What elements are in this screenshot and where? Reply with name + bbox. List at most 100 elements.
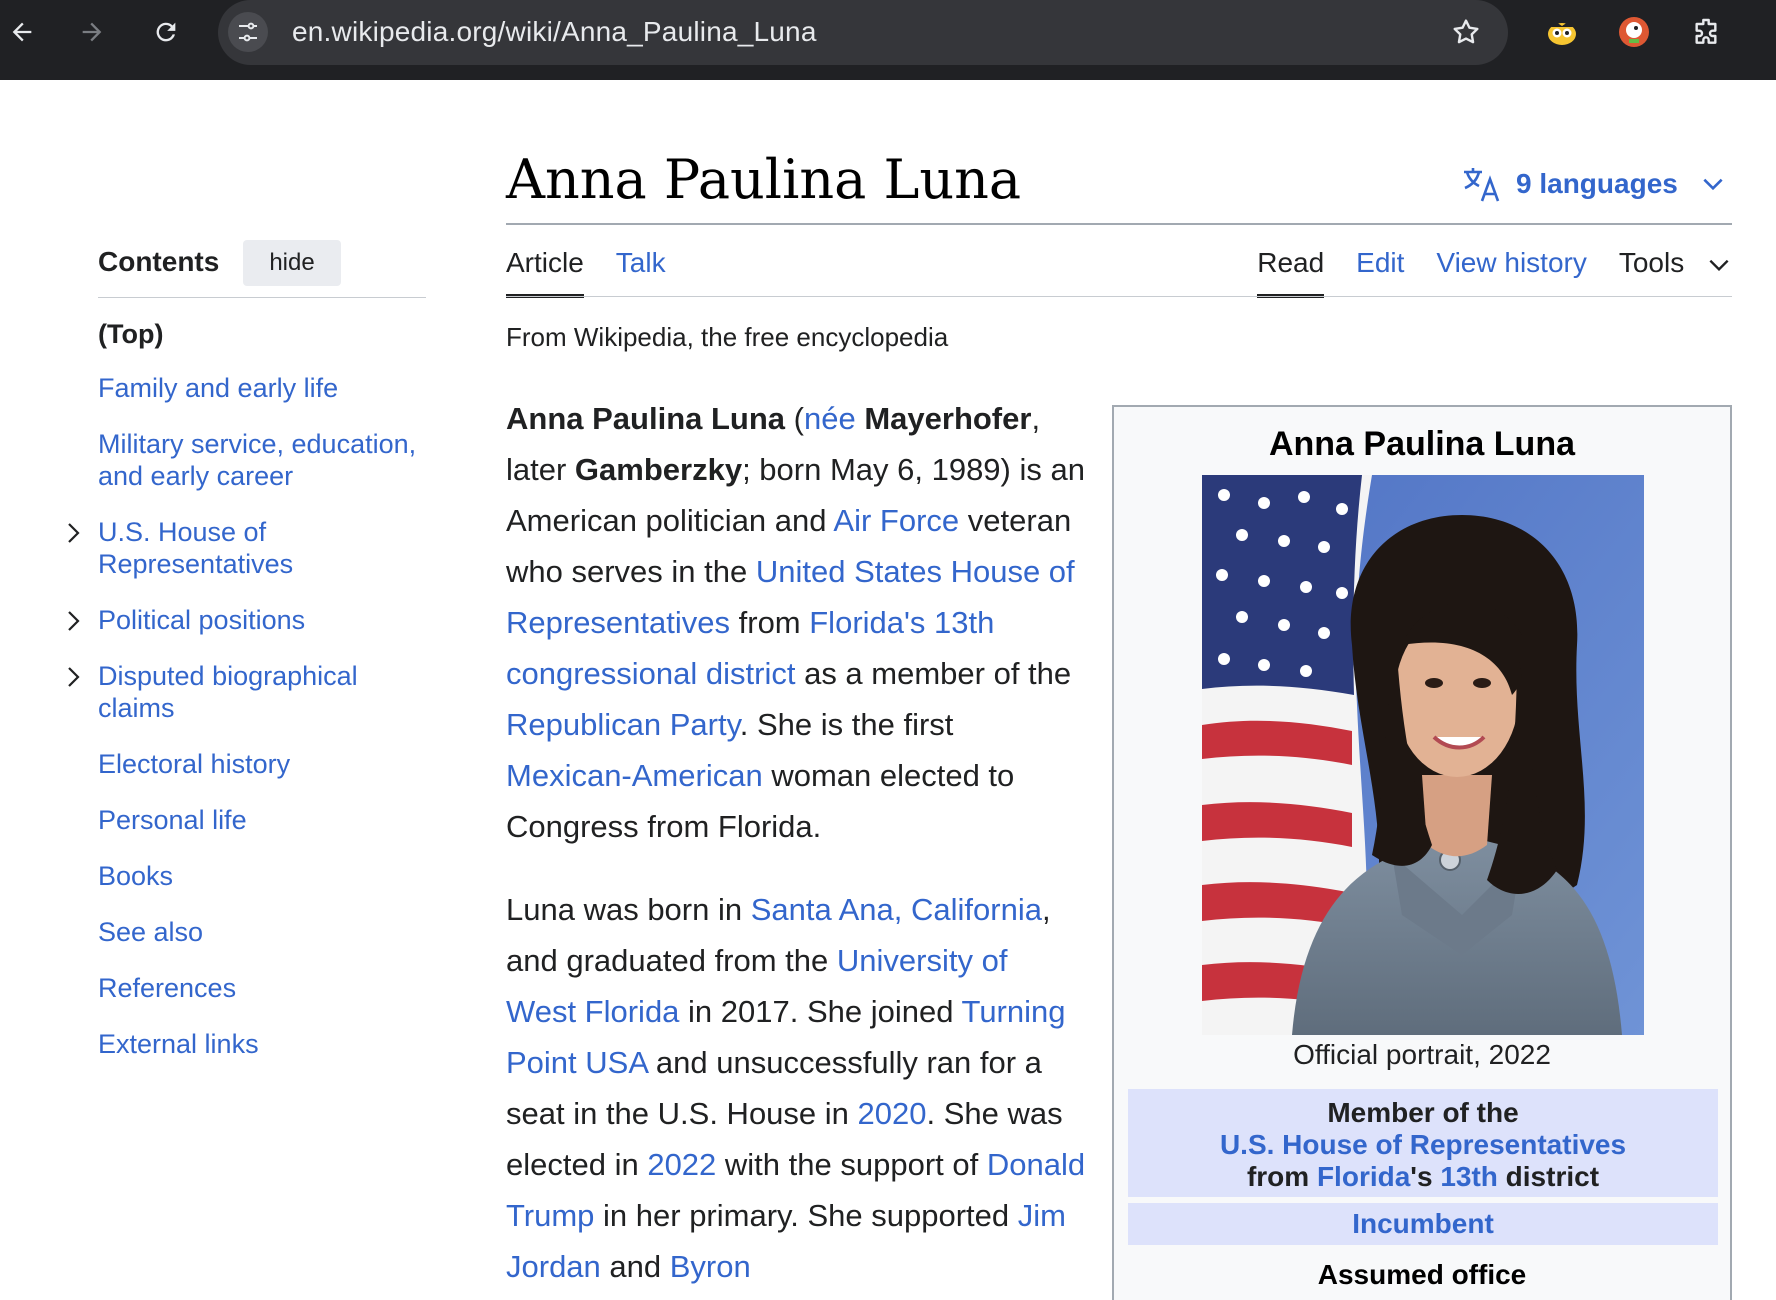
browser-toolbar: en.wikipedia.org/wiki/Anna_Paulina_Luna	[0, 0, 1776, 80]
office-apos-text: 's	[1410, 1161, 1441, 1192]
office-district-line: from Florida's 13th district	[1128, 1161, 1718, 1193]
article-text: and	[600, 1249, 670, 1284]
florida-link[interactable]: Florida	[1317, 1161, 1410, 1192]
toc-item-house[interactable]: U.S. House of Representatives	[68, 516, 418, 580]
toc-item-external-links[interactable]: External links	[98, 1028, 418, 1060]
infobox: Anna Paulina Luna Official portrait, 202…	[1112, 405, 1732, 1300]
site-settings-icon	[239, 22, 257, 42]
chevron-down-icon	[1709, 259, 1729, 271]
toc-link[interactable]: Family and early life	[98, 373, 338, 403]
forward-icon	[82, 22, 102, 42]
toc-link[interactable]: See also	[98, 917, 203, 947]
assumed-office-label: Assumed office	[1317, 1259, 1527, 1290]
forward-button[interactable]	[74, 14, 110, 50]
bookmark-star-icon[interactable]	[1450, 16, 1482, 53]
office-header: Member of the U.S. House of Representati…	[1128, 1089, 1718, 1197]
portrait-image[interactable]	[1202, 475, 1644, 1035]
article-text: (	[785, 401, 804, 436]
office-tail-text: district	[1497, 1161, 1600, 1192]
back-button[interactable]	[4, 14, 40, 50]
article-link[interactable]: Republican Party	[506, 707, 740, 742]
office-from-text: from	[1246, 1161, 1317, 1192]
tab-view-history[interactable]: View history	[1436, 246, 1586, 294]
back-icon	[12, 22, 32, 42]
article-text: Luna was born in	[506, 892, 751, 927]
bold-name: Anna Paulina Luna	[506, 401, 786, 436]
article-link[interactable]: 2022	[647, 1147, 716, 1182]
toc-item-family[interactable]: Family and early life	[98, 372, 418, 404]
article-link[interactable]: Mexican-American	[506, 758, 763, 793]
toc-item-disputed[interactable]: Disputed biographical claims	[68, 660, 418, 724]
chevron-right-icon[interactable]	[64, 664, 84, 696]
toc-item-books[interactable]: Books	[98, 860, 418, 892]
office-line1: Member of the	[1327, 1097, 1519, 1128]
article-text: from	[730, 605, 810, 640]
toc-item-political-positions[interactable]: Political positions	[68, 604, 418, 636]
article-link[interactable]: Air Force	[833, 503, 959, 538]
site-settings-button[interactable]	[228, 12, 268, 52]
tab-read[interactable]: Read	[1257, 246, 1325, 298]
title-divider	[506, 223, 1732, 225]
toc-link[interactable]: Disputed biographical claims	[98, 661, 358, 723]
article-link[interactable]: 2020	[858, 1096, 927, 1131]
reload-button[interactable]	[148, 14, 184, 50]
article-text: in her primary. She supported	[594, 1198, 1018, 1233]
toc-link[interactable]: Personal life	[98, 805, 247, 835]
tab-article[interactable]: Article	[506, 246, 584, 298]
toc-item-see-also[interactable]: See also	[98, 916, 418, 948]
toc-link[interactable]: Military service, education, and early c…	[98, 429, 416, 491]
toc-link[interactable]: Books	[98, 861, 173, 891]
extension-duck-icon[interactable]	[1616, 14, 1652, 50]
address-bar[interactable]: en.wikipedia.org/wiki/Anna_Paulina_Luna	[218, 0, 1508, 65]
translate-icon	[1464, 168, 1500, 202]
toc-item-top[interactable]: (Top)	[98, 318, 418, 350]
languages-button[interactable]: 9 languages	[1462, 164, 1726, 204]
tab-talk[interactable]: Talk	[616, 246, 666, 298]
article-link[interactable]: née	[804, 401, 856, 436]
article-text: . She is the first	[739, 707, 954, 742]
toc-title: Contents	[98, 246, 220, 277]
toc-link[interactable]: External links	[98, 1029, 259, 1059]
article-link[interactable]: Byron	[670, 1249, 751, 1284]
toc-link[interactable]: Electoral history	[98, 749, 290, 779]
incumbent-link[interactable]: Incumbent	[1128, 1203, 1718, 1245]
view-tabs: Read Edit View history Tools	[1257, 246, 1732, 298]
bold-name: Mayerhofer	[864, 401, 1032, 436]
tools-menu[interactable]: Tools	[1619, 246, 1732, 294]
summary-paragraph: Luna was born in Santa Ana, California, …	[506, 884, 1086, 1292]
chevron-right-icon[interactable]	[64, 608, 84, 640]
tab-edit[interactable]: Edit	[1356, 246, 1404, 294]
infobox-name: Anna Paulina Luna	[1268, 425, 1576, 463]
tabs-divider	[506, 296, 1732, 297]
office-link[interactable]: U.S. House of Representatives	[1220, 1129, 1626, 1160]
extension-icon[interactable]	[1688, 14, 1724, 50]
tools-label: Tools	[1618, 247, 1685, 278]
article-text: with the support of	[716, 1147, 987, 1182]
article-text: in 2017. She joined	[679, 994, 962, 1029]
toc-link[interactable]: U.S. House of Representatives	[98, 517, 293, 579]
article-text: as a member of the	[795, 656, 1072, 691]
article-body: Anna Paulina Luna (née Mayerhofer, later…	[506, 393, 1086, 1300]
toc-item-personal[interactable]: Personal life	[98, 804, 418, 836]
page-title: Anna Paulina Luna	[506, 148, 1022, 211]
namespace-tabs: Article Talk	[506, 246, 666, 298]
toc-item-electoral[interactable]: Electoral history	[98, 748, 418, 780]
portrait-caption: Official portrait, 2022	[1293, 1039, 1551, 1070]
extension-owl-icon[interactable]	[1544, 14, 1580, 50]
lead-paragraph: Anna Paulina Luna (née Mayerhofer, later…	[506, 393, 1086, 852]
toc-item-references[interactable]: References	[98, 972, 418, 1004]
site-tagline: From Wikipedia, the free encyclopedia	[506, 322, 949, 352]
district-link[interactable]: 13th	[1440, 1161, 1498, 1192]
chevron-right-icon[interactable]	[64, 520, 84, 552]
toc-item-label: (Top)	[98, 319, 164, 349]
toc-item-military[interactable]: Military service, education, and early c…	[98, 428, 418, 492]
toc-link[interactable]: References	[98, 973, 236, 1003]
toc-list: (Top) Family and early life Military ser…	[68, 318, 418, 1084]
toc-header: Contents hide	[98, 240, 426, 298]
url-text[interactable]: en.wikipedia.org/wiki/Anna_Paulina_Luna	[292, 16, 817, 48]
toc-link[interactable]: Political positions	[98, 605, 305, 635]
bold-name: Gamberzky	[574, 452, 743, 487]
reload-icon	[156, 22, 176, 42]
toc-hide-button[interactable]: hide	[243, 240, 341, 286]
article-link[interactable]: Santa Ana, California	[751, 892, 1042, 927]
